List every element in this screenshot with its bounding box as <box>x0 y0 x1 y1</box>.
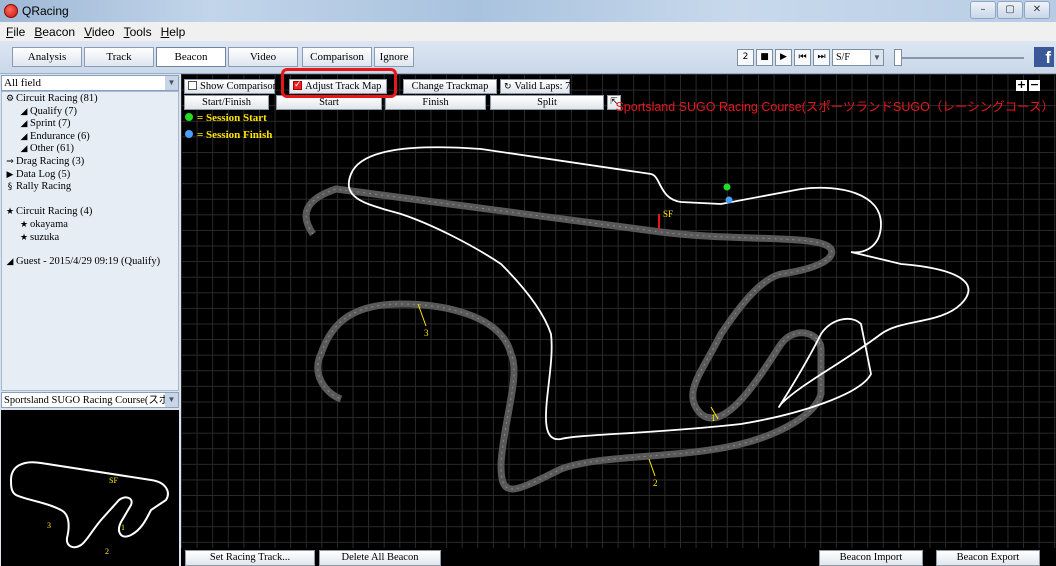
highlight-annotation <box>281 68 397 98</box>
menu-file[interactable]: File <box>6 25 25 39</box>
track-minimap: SF 3 1 2 <box>1 410 179 566</box>
playback-speed[interactable]: 2 <box>737 49 754 66</box>
track-drawing: SF 3 1 2 <box>302 146 970 493</box>
tree-item-icon: ⚙ <box>5 94 15 104</box>
minimap-drawing: SF 3 1 2 <box>9 461 169 556</box>
ignore-button[interactable]: Ignore <box>374 47 414 67</box>
window-controls: – ▢ ✕ <box>969 1 1050 19</box>
tab-video[interactable]: Video <box>228 47 298 67</box>
beacon-import-button[interactable]: Beacon Import <box>819 550 923 566</box>
sf-label: SF <box>663 209 673 219</box>
previous-icon[interactable]: ⏮ <box>794 49 811 66</box>
playback-mode-select[interactable]: S/F ▼ <box>832 49 884 66</box>
session-filter-select[interactable]: All field ▼ <box>1 75 179 91</box>
close-button[interactable]: ✕ <box>1024 1 1050 19</box>
track-select[interactable]: Sportsland SUGO Racing Course(スポー ▼ <box>1 392 179 421</box>
chevron-down-icon: ▼ <box>165 393 178 407</box>
menu-video[interactable]: Video <box>84 25 114 39</box>
title-bar: QRacing – ▢ ✕ <box>0 0 1056 22</box>
playback-controls: 2 ■ ▶ ⏮ ⏭ S/F ▼ <box>735 48 1024 66</box>
tree-item-label: Sprint (7) <box>30 118 71 130</box>
facebook-icon[interactable]: f <box>1034 47 1054 67</box>
chevron-down-icon: ▼ <box>870 50 883 65</box>
tree-item-label: Drag Racing (3) <box>16 155 85 167</box>
tree-item-label: Circuit Racing (81) <box>16 93 98 104</box>
session-finish-marker <box>725 196 733 204</box>
menu-bar: File Beacon Video Tools Help <box>0 22 1056 41</box>
tree-item-icon: ★ <box>19 232 29 243</box>
tree-item[interactable]: ◢ Other (61) <box>2 143 178 156</box>
menu-help[interactable]: Help <box>161 25 186 39</box>
tree-item-icon: ◢ <box>6 256 14 267</box>
tree-item-icon: ★ <box>5 207 15 218</box>
tab-track[interactable]: Track <box>84 47 154 67</box>
window-title: QRacing <box>22 4 69 18</box>
tree-item-label: Circuit Racing (4) <box>16 206 93 218</box>
tree-item[interactable]: ▶ Data Log (5) <box>2 169 178 182</box>
tree-item[interactable]: § Rally Racing <box>2 181 178 194</box>
tab-analysis[interactable]: Analysis <box>12 47 82 67</box>
tree-item[interactable]: ◢ Sprint (7) <box>2 118 178 131</box>
play-icon[interactable]: ▶ <box>775 49 792 66</box>
beacon-export-button[interactable]: Beacon Export <box>936 550 1040 566</box>
session-filter-value: All field <box>4 77 41 89</box>
stop-icon[interactable]: ■ <box>756 49 773 66</box>
minimap-sf-label: SF <box>109 476 118 485</box>
tree-item-label: okayama <box>30 218 68 230</box>
tab-beacon[interactable]: Beacon <box>156 47 226 67</box>
session-tree[interactable]: ⚙ Circuit Racing (81) ◢ Qualify (7) ◢ Sprint … <box>1 91 179 391</box>
menu-beacon[interactable]: Beacon <box>34 25 75 39</box>
tree-item-icon: § <box>7 182 13 193</box>
maximize-button[interactable]: ▢ <box>997 1 1023 19</box>
tree-item[interactable]: ◢ Qualify (7) <box>2 106 178 119</box>
tree-item-icon: ★ <box>19 219 29 230</box>
session-start-marker <box>723 183 731 191</box>
tree-item[interactable]: ★ suzuka <box>2 232 178 245</box>
tree-item-icon: ◢ <box>20 131 28 142</box>
beacon-2-label: 2 <box>653 478 658 488</box>
beacon-1-label: 1 <box>711 413 716 423</box>
minimap-beacon-1: 1 <box>121 523 125 532</box>
minimize-button[interactable]: – <box>970 1 996 19</box>
tree-item-label: Rally Racing <box>16 181 72 193</box>
chevron-down-icon: ▼ <box>165 76 178 90</box>
tree-item <box>2 194 178 207</box>
menu-tools[interactable]: Tools <box>124 25 152 39</box>
racing-line <box>348 146 970 440</box>
tree-item[interactable]: ◢ Guest - 2015/4/29 09:19 (Qualify) <box>2 256 178 269</box>
tree-item-label: suzuka <box>30 231 60 243</box>
beacon-3-label: 3 <box>424 328 429 338</box>
next-icon[interactable]: ⏭ <box>813 49 830 66</box>
playback-mode-value: S/F <box>836 52 850 63</box>
tree-item[interactable]: ◢ Endurance (6) <box>2 131 178 144</box>
main-toolbar: Analysis Track Beacon Video Comparison I… <box>0 41 1056 74</box>
tree-item-icon: ◢ <box>20 119 28 130</box>
delete-all-beacon-button[interactable]: Delete All Beacon <box>319 550 441 566</box>
tree-item[interactable]: ★ okayama <box>2 219 178 232</box>
set-racing-track-button[interactable]: Set Racing Track... <box>185 550 315 566</box>
minimap-beacon-3: 3 <box>47 521 51 530</box>
tree-item[interactable]: ⚙ Circuit Racing (81) <box>2 93 178 106</box>
tree-item-label: Qualify (7) <box>30 105 77 117</box>
tree-item-icon: ◢ <box>20 106 28 117</box>
minimap-beacon-2: 2 <box>105 547 109 556</box>
comparison-button[interactable]: Comparison <box>302 47 372 67</box>
slider-handle[interactable] <box>894 48 902 66</box>
bottom-toolbar: Set Racing Track... Delete All Beacon Be… <box>181 548 1056 566</box>
tree-item[interactable]: ⇒ Drag Racing (3) <box>2 156 178 169</box>
tree-item-icon: ▶ <box>6 169 14 180</box>
app-logo-icon <box>4 4 18 18</box>
tree-item[interactable]: ★ Circuit Racing (4) <box>2 206 178 219</box>
tree-item-label: Data Log (5) <box>16 168 71 180</box>
tree-item-label: Guest - 2015/4/29 09:19 (Qualify) <box>16 255 161 267</box>
beacon-2-line <box>648 458 656 477</box>
reference-track <box>302 185 836 493</box>
playback-slider[interactable] <box>894 48 1024 66</box>
track-map-view[interactable]: Show Comparison Adjust Track Map Change … <box>181 68 1056 566</box>
left-panel: All field ▼ ⚙ Circuit Racing (81) ◢ Qualify… <box>0 74 181 566</box>
tree-item-icon: ⇒ <box>6 156 14 167</box>
tree-item-label: Endurance (6) <box>30 130 90 142</box>
tree-item-label: Other (61) <box>30 143 75 155</box>
tree-item-icon: ◢ <box>20 144 28 155</box>
